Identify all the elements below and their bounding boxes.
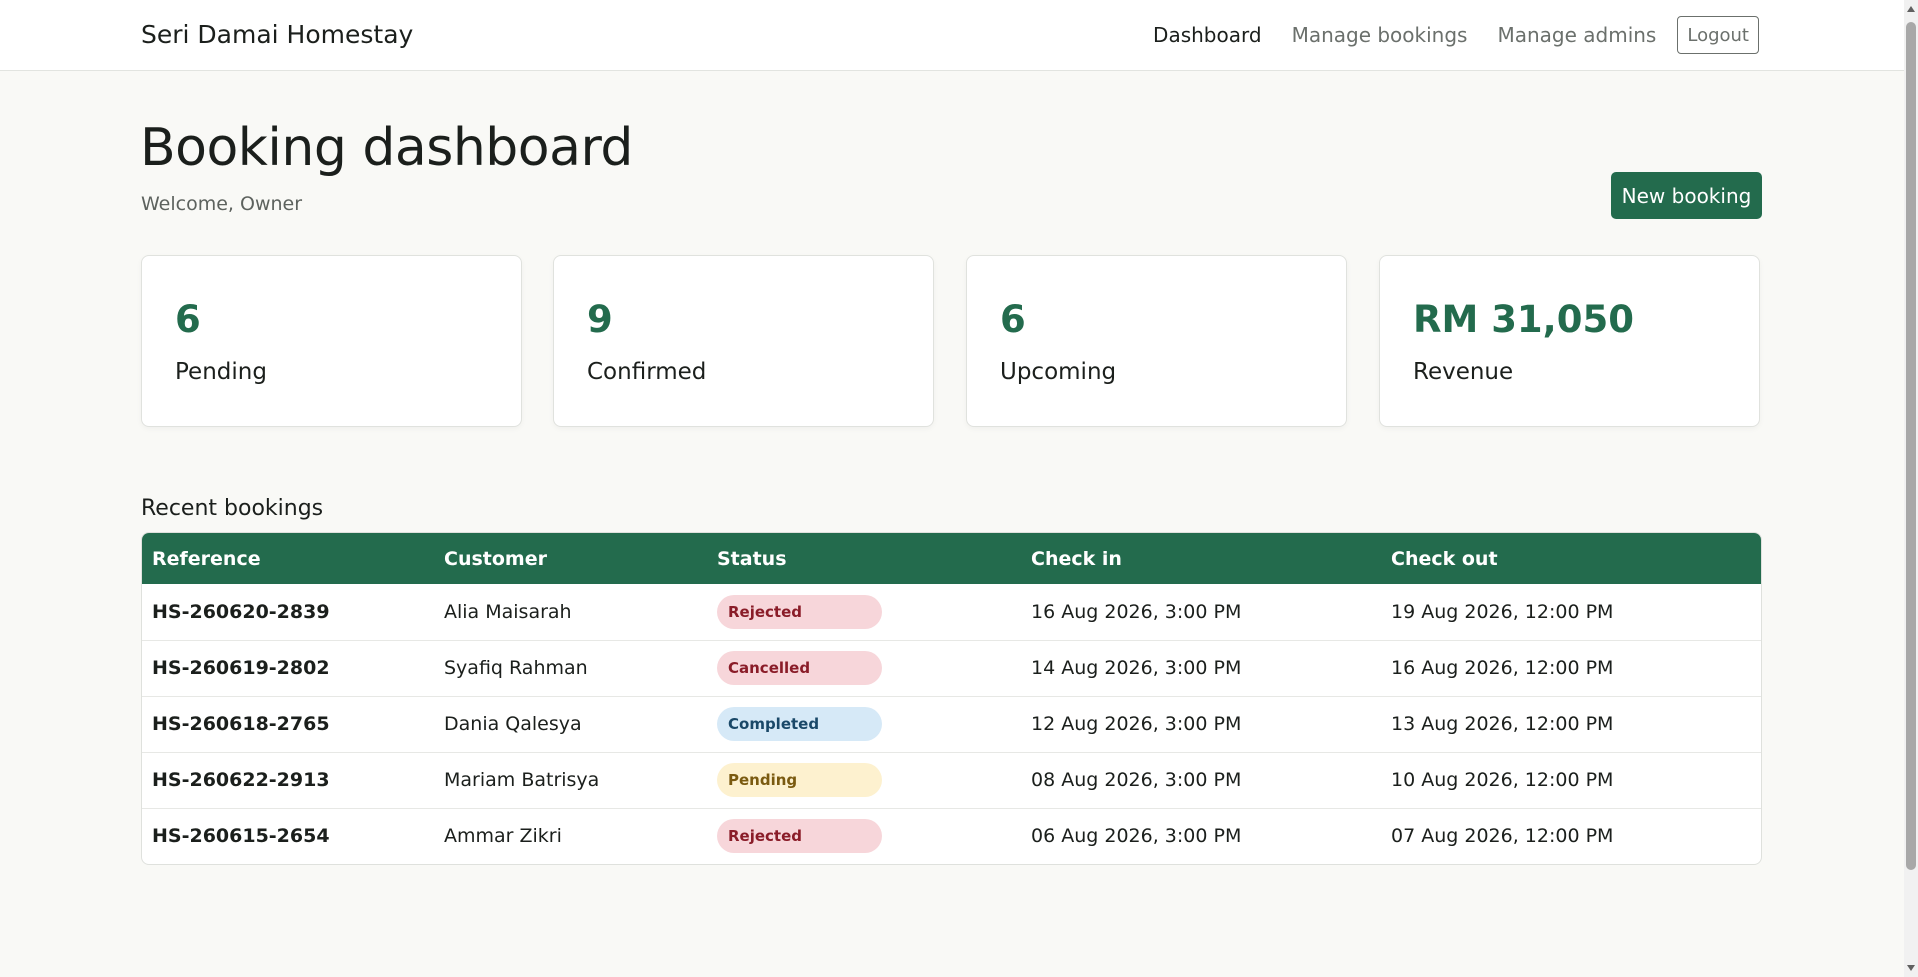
stat-card-revenue: RM 31,050 Revenue [1379,255,1760,427]
stat-label: Confirmed [587,359,707,385]
booking-check-in: 06 Aug 2026, 3:00 PM [1031,825,1242,848]
status-badge: Cancelled [717,651,882,685]
scroll-up-icon[interactable] [1907,6,1915,12]
col-status: Status [717,547,787,570]
stat-label: Pending [175,359,267,385]
table-row[interactable]: HS-260620-2839 Alia Maisarah Rejected 16… [142,584,1761,640]
stat-card-upcoming: 6 Upcoming [966,255,1347,427]
booking-status-cell: Completed [707,696,1021,752]
recent-bookings-title: Recent bookings [141,496,324,521]
status-badge: Rejected [717,819,882,854]
status-badge: Rejected [717,594,882,629]
stat-label: Upcoming [1000,359,1117,385]
brand-title[interactable]: Seri Damai Homestay [141,20,413,49]
scroll-thumb[interactable] [1906,22,1916,870]
booking-check-out: 10 Aug 2026, 12:00 PM [1391,769,1614,791]
booking-check-out: 13 Aug 2026, 12:00 PM [1391,713,1614,735]
booking-customer: Alia Maisarah [444,600,572,623]
nav-manage-bookings[interactable]: Manage bookings [1292,16,1468,54]
table-row[interactable]: HS-260622-2913 Mariam Batrisya Pending 0… [142,752,1761,808]
table-row[interactable]: HS-260619-2802 Syafiq Rahman Cancelled 1… [142,640,1761,696]
table-row[interactable]: HS-260618-2765 Dania Qalesya Completed 1… [142,696,1761,752]
nav-dashboard[interactable]: Dashboard [1153,16,1262,54]
stat-value: 6 [1000,298,1026,341]
booking-check-in: 16 Aug 2026, 3:00 PM [1031,600,1242,623]
booking-reference[interactable]: HS-260620-2839 [142,584,434,640]
stat-value: 9 [587,298,613,341]
booking-status-cell: Cancelled [707,640,1021,696]
col-check-out: Check out [1391,547,1498,570]
booking-check-out: 07 Aug 2026, 12:00 PM [1391,825,1614,848]
booking-status-cell: Rejected [707,584,1021,640]
booking-customer: Mariam Batrisya [444,769,600,791]
booking-check-in: 12 Aug 2026, 3:00 PM [1031,713,1242,735]
booking-customer: Dania Qalesya [444,713,582,735]
logout-button[interactable]: Logout [1677,16,1759,54]
status-badge: Pending [717,763,882,797]
table-row[interactable]: HS-260615-2654 Ammar Zikri Rejected 06 A… [142,808,1761,864]
top-navbar: Seri Damai Homestay Dashboard Manage boo… [0,0,1904,71]
scroll-down-icon[interactable] [1907,965,1915,971]
booking-reference[interactable]: HS-260622-2913 [142,752,434,808]
nav-links: Dashboard Manage bookings Manage admins … [1123,16,1759,54]
booking-check-out: 19 Aug 2026, 12:00 PM [1391,600,1614,623]
table-header-row: Reference Customer Status Check in Check… [142,533,1761,584]
welcome-text: Welcome, Owner [141,193,303,215]
status-badge: Completed [717,707,882,741]
page-title: Booking dashboard [140,118,633,178]
booking-customer: Ammar Zikri [444,825,562,848]
col-customer: Customer [444,547,547,570]
booking-status-cell: Rejected [707,808,1021,864]
stat-value: 6 [175,298,201,341]
col-reference: Reference [152,547,261,570]
stat-value: RM 31,050 [1413,298,1634,341]
booking-customer: Syafiq Rahman [444,657,588,679]
col-check-in: Check in [1031,547,1122,570]
booking-check-in: 08 Aug 2026, 3:00 PM [1031,769,1242,791]
stat-card-pending: 6 Pending [141,255,522,427]
page-scrollbar[interactable] [1904,0,1918,977]
stat-card-confirmed: 9 Confirmed [553,255,934,427]
booking-reference[interactable]: HS-260619-2802 [142,640,434,696]
recent-bookings-table: Reference Customer Status Check in Check… [141,532,1762,865]
booking-reference[interactable]: HS-260615-2654 [142,808,434,864]
booking-check-out: 16 Aug 2026, 12:00 PM [1391,657,1614,679]
nav-manage-admins[interactable]: Manage admins [1497,16,1656,54]
booking-check-in: 14 Aug 2026, 3:00 PM [1031,657,1242,679]
new-booking-button[interactable]: New booking [1611,172,1762,219]
booking-reference[interactable]: HS-260618-2765 [142,696,434,752]
booking-status-cell: Pending [707,752,1021,808]
stat-label: Revenue [1413,359,1514,385]
